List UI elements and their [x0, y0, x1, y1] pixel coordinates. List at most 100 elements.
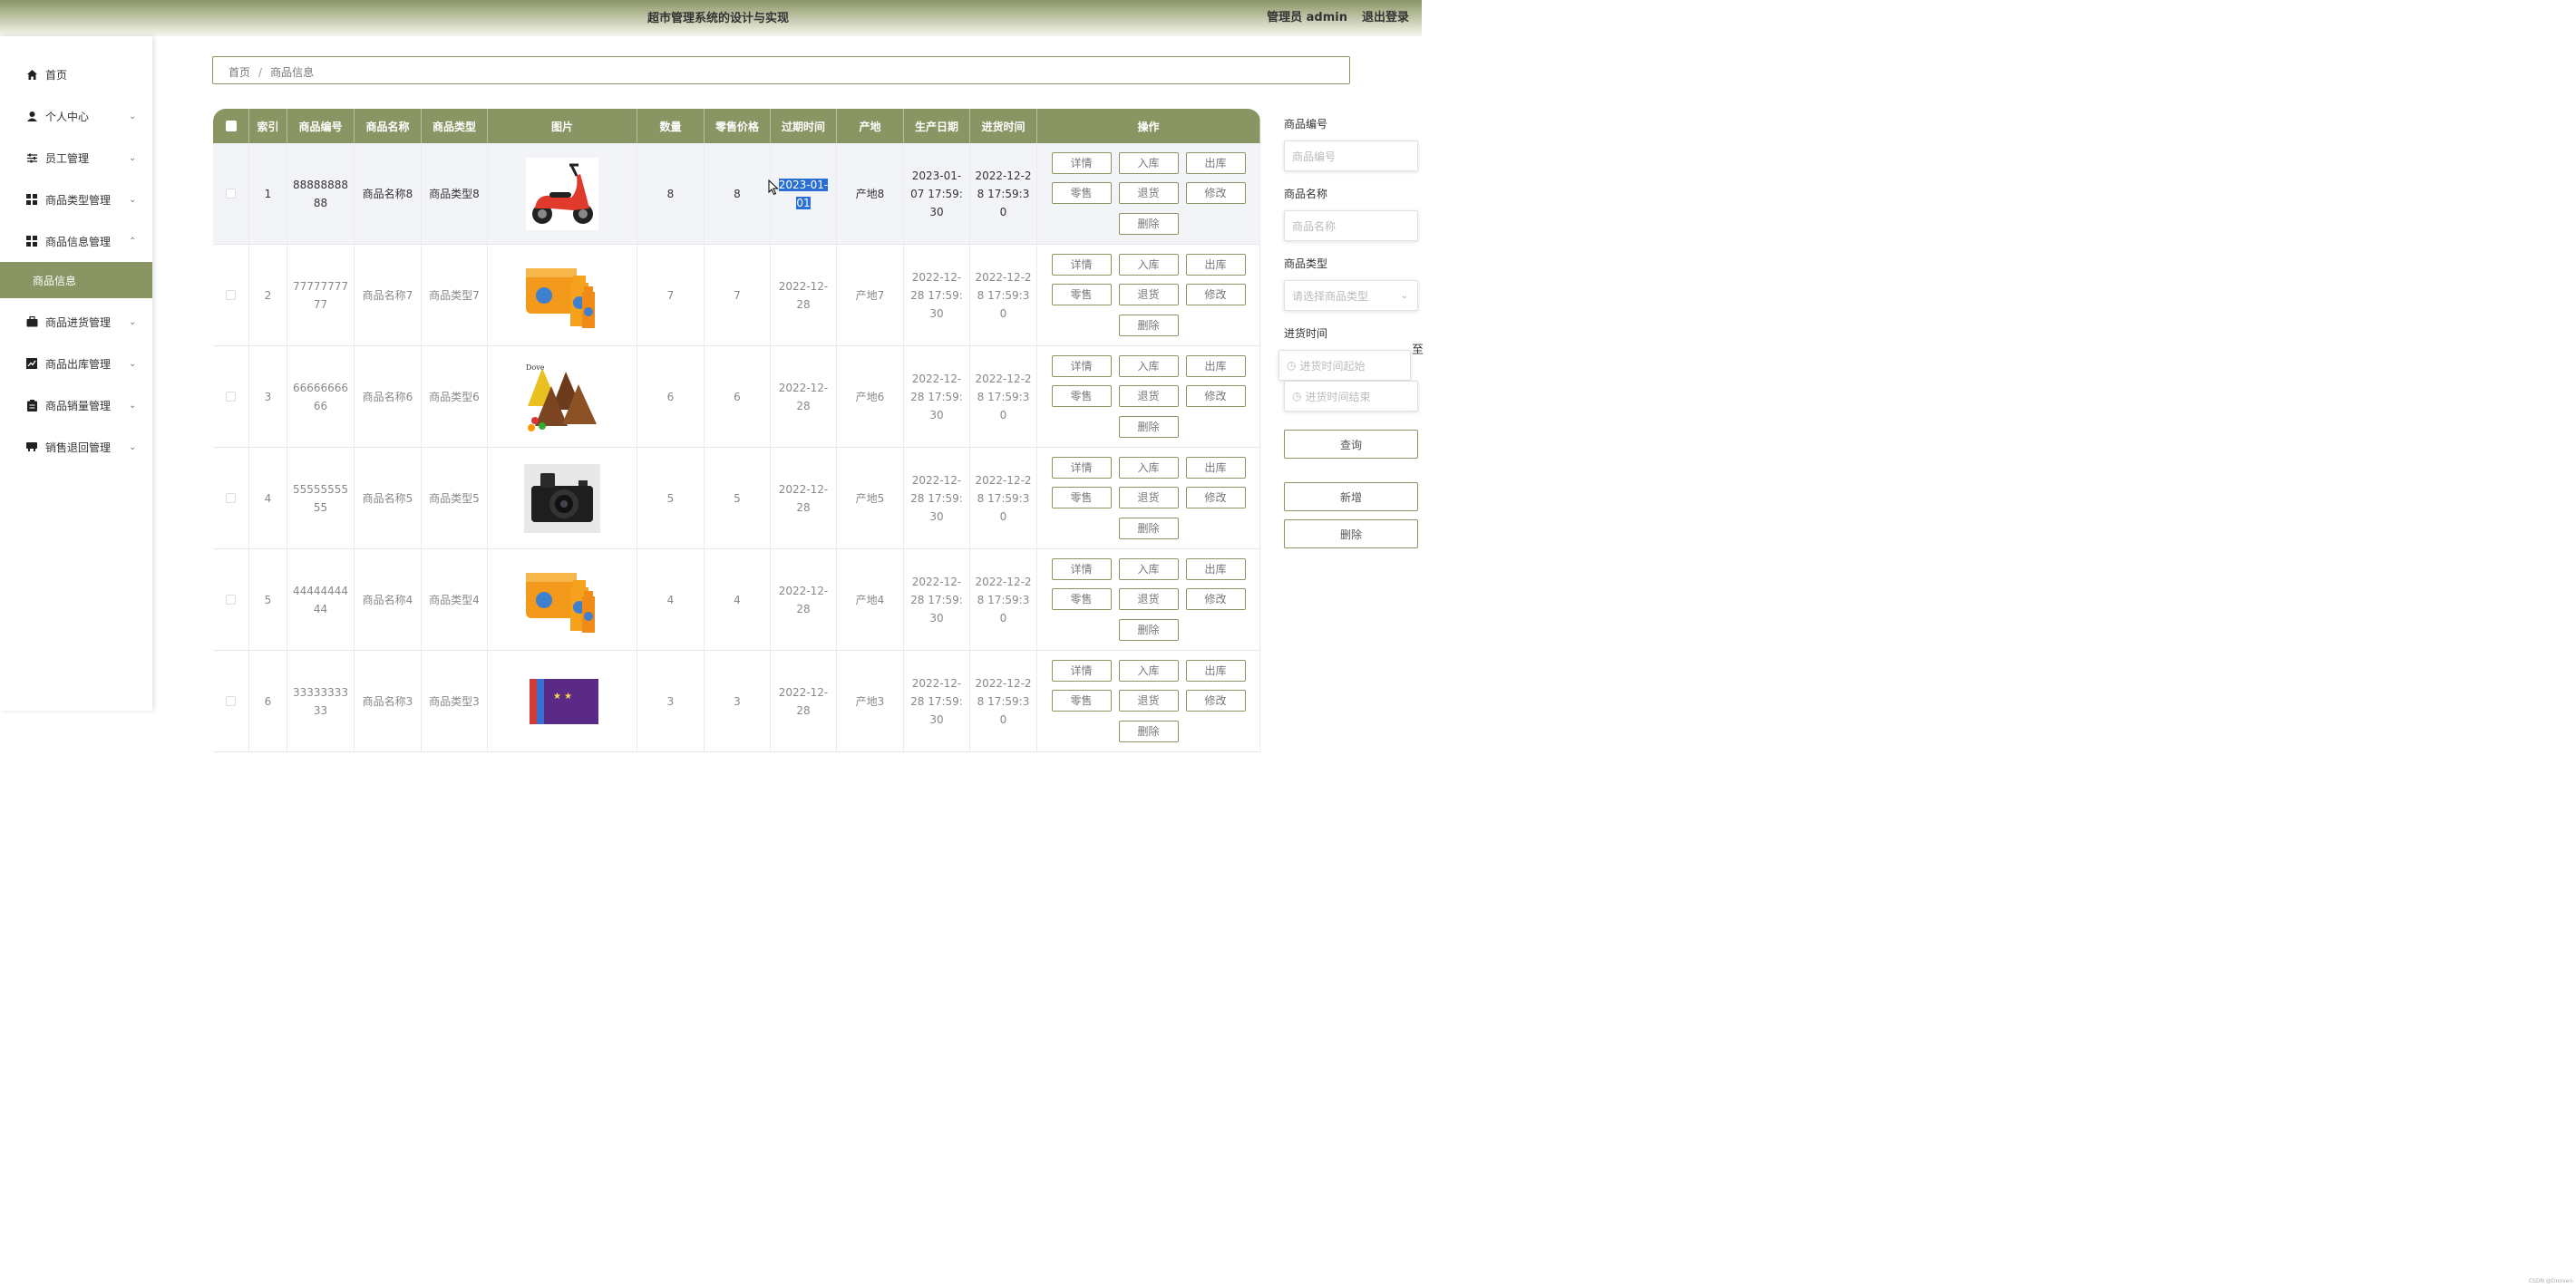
return-button[interactable]: 退货: [1118, 182, 1179, 205]
row-checkbox[interactable]: [213, 346, 249, 447]
cell-qty: 6: [637, 346, 705, 447]
sidebar-subitem-product-info[interactable]: 商品信息: [0, 262, 152, 298]
return-button[interactable]: 退货: [1118, 690, 1179, 712]
chevron-down-icon: ⌄: [129, 152, 137, 163]
time-start-input[interactable]: ◷ 进货时间起始: [1278, 350, 1411, 381]
type-label: 商品类型: [1284, 257, 1328, 270]
cell-image: Dove: [488, 346, 637, 447]
detail-button[interactable]: 详情: [1051, 557, 1112, 580]
sidebar-item-personal-center[interactable]: 个人中心 ⌄: [0, 95, 152, 137]
edit-button[interactable]: 修改: [1185, 690, 1246, 712]
delete-button[interactable]: 删除: [1118, 213, 1179, 236]
breadcrumb-home[interactable]: 首页: [228, 66, 250, 79]
retail-button[interactable]: 零售: [1051, 487, 1112, 509]
time-end-input[interactable]: ◷ 进货时间结束: [1284, 381, 1418, 412]
delete-button[interactable]: 删除: [1118, 721, 1179, 743]
home-icon: [25, 68, 38, 81]
expire-part: 28: [796, 399, 811, 412]
batch-delete-button[interactable]: 删除: [1284, 519, 1418, 548]
return-button[interactable]: 退货: [1118, 284, 1179, 306]
table-row: 5 4444444444 商品名称4 商品类型4 4 4 2022-12- 28 产地4 2022…: [213, 549, 1260, 651]
name-search-input[interactable]: 商品名称: [1284, 210, 1418, 241]
type-select[interactable]: 请选择商品类型 ⌄: [1284, 280, 1418, 311]
cell-code: 5555555555: [287, 448, 355, 548]
row-checkbox[interactable]: [213, 143, 249, 244]
stock-in-button[interactable]: 入库: [1118, 151, 1179, 174]
stock-out-button[interactable]: 出库: [1185, 557, 1246, 580]
sidebar-item-label: 首页: [45, 68, 68, 82]
retail-button[interactable]: 零售: [1051, 385, 1112, 408]
retail-button[interactable]: 零售: [1051, 690, 1112, 712]
row-checkbox[interactable]: [213, 245, 249, 345]
detail-button[interactable]: 详情: [1051, 253, 1112, 276]
cell-name: 商品名称7: [355, 245, 422, 345]
edit-button[interactable]: 修改: [1185, 385, 1246, 408]
edit-button[interactable]: 修改: [1185, 284, 1246, 306]
cell-code: 4444444444: [287, 549, 355, 650]
expire-part: 28: [796, 703, 811, 717]
retail-button[interactable]: 零售: [1051, 284, 1112, 306]
delete-button[interactable]: 删除: [1118, 619, 1179, 642]
cell-type: 商品类型8: [422, 143, 488, 244]
sidebar-item-purchase[interactable]: 商品进货管理 ⌄: [0, 301, 152, 343]
watermark: CSDN @Dnoven: [2528, 1278, 2572, 1284]
detail-button[interactable]: 详情: [1051, 151, 1112, 174]
sidebar-item-sales[interactable]: 商品销量管理 ⌄: [0, 384, 152, 426]
stock-in-button[interactable]: 入库: [1118, 456, 1179, 479]
cell-index: 3: [249, 346, 287, 447]
cell-price: 8: [705, 143, 771, 244]
delete-button[interactable]: 删除: [1118, 518, 1179, 540]
stock-out-button[interactable]: 出库: [1185, 354, 1246, 377]
row-checkbox[interactable]: [213, 448, 249, 548]
return-button[interactable]: 退货: [1118, 588, 1179, 611]
query-button[interactable]: 查询: [1284, 430, 1418, 459]
sidebar-item-product-info[interactable]: 商品信息管理 ⌃: [0, 220, 152, 262]
chevron-up-icon: ⌃: [129, 236, 137, 247]
chevron-down-icon: ⌄: [129, 400, 137, 411]
table-row: 2 7777777777 商品名称7 商品类型7 7 7 2022-12- 28 产地7 2022…: [213, 245, 1260, 346]
expire-part: 28: [796, 602, 811, 615]
column-header: 索引: [249, 109, 287, 143]
retail-button[interactable]: 零售: [1051, 588, 1112, 611]
sidebar-item-staff[interactable]: 员工管理 ⌄: [0, 137, 152, 179]
cell-origin: 产地5: [837, 448, 904, 548]
sidebar-item-returns[interactable]: 销售退回管理 ⌄: [0, 426, 152, 468]
add-button[interactable]: 新增: [1284, 482, 1418, 511]
delete-button[interactable]: 删除: [1118, 416, 1179, 439]
selected-text: 01: [796, 196, 811, 209]
edit-button[interactable]: 修改: [1185, 588, 1246, 611]
sidebar-item-home[interactable]: 首页: [0, 53, 152, 95]
stock-in-button[interactable]: 入库: [1118, 659, 1179, 682]
sidebar-item-outbound[interactable]: 商品出库管理 ⌄: [0, 343, 152, 384]
stock-out-button[interactable]: 出库: [1185, 456, 1246, 479]
stock-out-button[interactable]: 出库: [1185, 659, 1246, 682]
row-checkbox[interactable]: [213, 651, 249, 751]
return-button[interactable]: 退货: [1118, 487, 1179, 509]
cell-expire: 2022-12- 28: [771, 549, 837, 650]
row-checkbox[interactable]: [213, 549, 249, 650]
detail-button[interactable]: 详情: [1051, 456, 1112, 479]
sidebar-item-label: 商品销量管理: [45, 399, 112, 412]
return-button[interactable]: 退货: [1118, 385, 1179, 408]
sidebar-item-label: 销售退回管理: [45, 441, 112, 454]
select-all-checkbox[interactable]: [213, 109, 249, 143]
edit-button[interactable]: 修改: [1185, 182, 1246, 205]
stock-out-button[interactable]: 出库: [1185, 151, 1246, 174]
stock-in-button[interactable]: 入库: [1118, 354, 1179, 377]
cell-produce-date: 2022-12-28 17:59:30: [904, 346, 970, 447]
edit-button[interactable]: 修改: [1185, 487, 1246, 509]
stock-in-button[interactable]: 入库: [1118, 557, 1179, 580]
sidebar-item-product-type[interactable]: 商品类型管理 ⌄: [0, 179, 152, 220]
detail-button[interactable]: 详情: [1051, 354, 1112, 377]
cell-expire: 2022-12- 28: [771, 651, 837, 751]
stock-out-button[interactable]: 出库: [1185, 253, 1246, 276]
detail-button[interactable]: 详情: [1051, 659, 1112, 682]
retail-button[interactable]: 零售: [1051, 182, 1112, 205]
delete-button[interactable]: 删除: [1118, 315, 1179, 337]
cell-expire: 2022-12- 28: [771, 346, 837, 447]
logout-link[interactable]: 退出登录: [1362, 7, 1409, 24]
table-row: 4 5555555555 商品名称5 商品类型5 5 5 2022-12- 28 产地5 2022…: [213, 448, 1260, 549]
code-search-input[interactable]: 商品编号: [1284, 140, 1418, 171]
cell-code: 6666666666: [287, 346, 355, 447]
stock-in-button[interactable]: 入库: [1118, 253, 1179, 276]
